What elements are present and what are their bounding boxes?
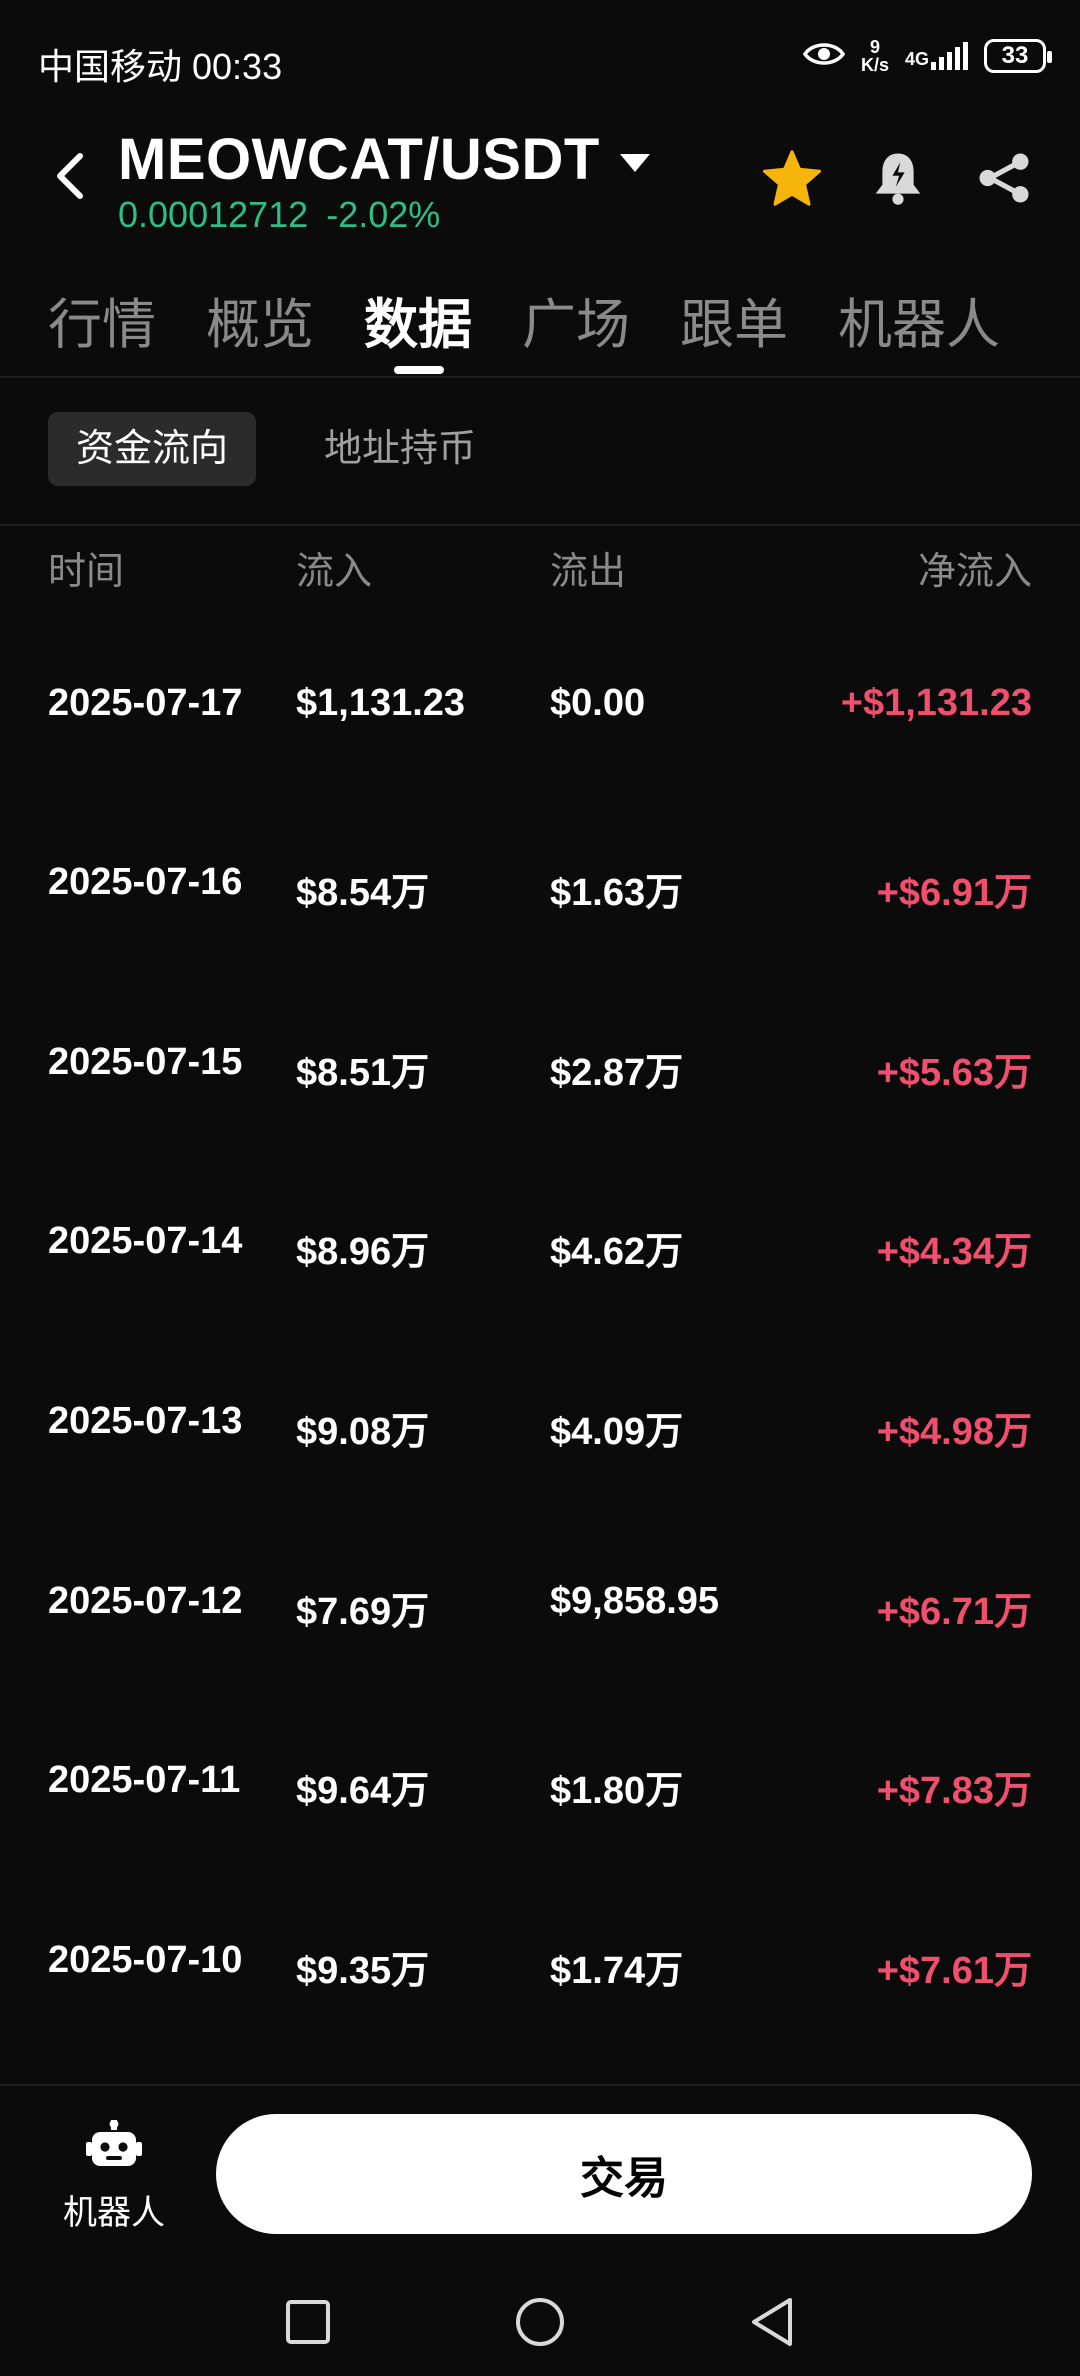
carrier-time: 中国移动 00:33 <box>38 46 283 87</box>
cell-date: 2025-07-17 <box>48 682 243 724</box>
bot-label: 机器人 <box>63 2194 165 2232</box>
table-row: 2025-07-14 $8.96万 $4.62万 +$4.34万 <box>0 1220 1080 1280</box>
table-row: 2025-07-15 $8.51万 $2.87万 +$5.63万 <box>0 1041 1080 1101</box>
cell-net-inflow: +$7.83万 <box>876 1770 1032 1812</box>
price-change: -2.02% <box>326 194 441 235</box>
cell-inflow: $9.64万 <box>296 1770 430 1812</box>
header-outflow: 流出 <box>550 551 627 593</box>
cell-outflow: $4.09万 <box>550 1411 684 1453</box>
table-row: 2025-07-12 $7.69万 $9,858.95 +$6.71万 <box>0 1580 1080 1640</box>
cell-net-inflow: +$6.71万 <box>876 1591 1032 1633</box>
screen: 中国移动 00:33 9 K/s 4G 33 MEOWCAT/USDT 0.00… <box>0 0 1080 2376</box>
price-row: 0.00012712 -2.02% <box>118 194 440 236</box>
table-row: 2025-07-10 $9.35万 $1.74万 +$7.61万 <box>0 1939 1080 1999</box>
cell-date: 2025-07-16 <box>48 861 243 903</box>
subtab-address-holdings[interactable]: 地址持币 <box>296 412 504 486</box>
cell-outflow: $1.74万 <box>550 1950 684 1992</box>
cell-date: 2025-07-14 <box>48 1220 243 1262</box>
header-time: 时间 <box>48 551 125 593</box>
divider <box>0 524 1080 526</box>
share-icon <box>979 153 1029 203</box>
cell-outflow: $0.00 <box>550 682 646 724</box>
trade-button[interactable]: 交易 <box>216 2114 1032 2234</box>
cell-outflow: $1.63万 <box>550 872 684 914</box>
network-speed: 9 K/s <box>860 37 889 75</box>
status-icons: 9 K/s 4G 33 <box>802 37 1052 75</box>
table-row: 2025-07-17 $1,131.23 $0.00 +$1,131.23 <box>0 682 1080 742</box>
cell-date: 2025-07-13 <box>48 1400 243 1442</box>
cell-net-inflow: +$5.63万 <box>876 1052 1032 1094</box>
header-net-inflow: 净流入 <box>917 551 1032 593</box>
recents-button[interactable] <box>278 2292 338 2352</box>
tab-data[interactable]: 数据 <box>364 280 472 359</box>
active-tab-indicator <box>394 366 444 374</box>
tab-bot[interactable]: 机器人 <box>838 280 1000 359</box>
circle-icon <box>516 2298 564 2346</box>
cell-inflow: $8.54万 <box>296 872 430 914</box>
pair-header: MEOWCAT/USDT 0.00012712 -2.02% <box>0 120 1080 250</box>
tab-copy-trading[interactable]: 跟单 <box>680 280 788 359</box>
caret-down-icon <box>619 153 650 172</box>
cell-date: 2025-07-15 <box>48 1041 243 1083</box>
square-icon <box>286 2300 330 2344</box>
pair-name: MEOWCAT/USDT <box>118 127 600 192</box>
triangle-back-icon <box>752 2298 792 2346</box>
bottom-action-bar: 机器人 交易 <box>0 2084 1080 2264</box>
sub-tabs: 资金流向 地址持币 <box>48 412 504 486</box>
tab-overview[interactable]: 概览 <box>206 280 314 359</box>
cell-inflow: $7.69万 <box>296 1591 430 1633</box>
tab-market[interactable]: 行情 <box>48 280 156 359</box>
signal-icon: 4G <box>905 42 968 70</box>
pair-selector[interactable]: MEOWCAT/USDT <box>118 126 650 193</box>
cell-net-inflow: +$6.91万 <box>876 872 1032 914</box>
cell-date: 2025-07-11 <box>48 1759 241 1801</box>
robot-icon <box>86 2119 142 2166</box>
alert-button[interactable] <box>866 146 930 210</box>
cell-outflow: $9,858.95 <box>550 1580 720 1622</box>
share-button[interactable] <box>972 146 1036 210</box>
back-button[interactable] <box>46 146 90 206</box>
cell-net-inflow: +$4.98万 <box>876 1411 1032 1453</box>
back-nav-button[interactable] <box>742 2292 802 2352</box>
cell-inflow: $8.51万 <box>296 1052 430 1094</box>
cell-inflow: $8.96万 <box>296 1231 430 1273</box>
cell-date: 2025-07-10 <box>48 1939 243 1981</box>
bell-icon <box>875 153 921 205</box>
subtab-fund-flow[interactable]: 资金流向 <box>48 412 257 486</box>
table-row: 2025-07-11 $9.64万 $1.80万 +$7.83万 <box>0 1759 1080 1819</box>
cell-outflow: $2.87万 <box>550 1052 684 1094</box>
header-inflow: 流入 <box>296 551 373 593</box>
cell-outflow: $4.62万 <box>550 1231 684 1273</box>
cell-net-inflow: +$1,131.23 <box>840 682 1032 724</box>
cell-net-inflow: +$7.61万 <box>876 1950 1032 1992</box>
home-button[interactable] <box>510 2292 570 2352</box>
cell-outflow: $1.80万 <box>550 1770 684 1812</box>
system-nav-bar <box>0 2264 1080 2376</box>
eye-icon <box>802 40 846 73</box>
cell-inflow: $9.08万 <box>296 1411 430 1453</box>
cell-inflow: $9.35万 <box>296 1950 430 1992</box>
favorite-button[interactable] <box>760 146 824 210</box>
bot-button[interactable]: 机器人 <box>44 2119 184 2234</box>
battery-icon: 33 <box>984 39 1052 73</box>
table-row: 2025-07-13 $9.08万 $4.09万 +$4.98万 <box>0 1400 1080 1460</box>
cell-inflow: $1,131.23 <box>296 682 466 724</box>
table-row: 2025-07-16 $8.54万 $1.63万 +$6.91万 <box>0 861 1080 921</box>
status-bar: 中国移动 00:33 9 K/s 4G 33 <box>0 0 1080 120</box>
cell-net-inflow: +$4.34万 <box>876 1231 1032 1273</box>
star-icon <box>763 150 821 206</box>
chevron-left-icon <box>57 153 83 199</box>
table-header: 时间 流入 流出 净流入 <box>0 540 1080 600</box>
cell-date: 2025-07-12 <box>48 1580 243 1622</box>
main-tabs: 行情 概览 数据 广场 跟单 机器人 <box>0 270 1080 378</box>
last-price: 0.00012712 <box>118 194 309 235</box>
tab-square[interactable]: 广场 <box>522 280 630 359</box>
